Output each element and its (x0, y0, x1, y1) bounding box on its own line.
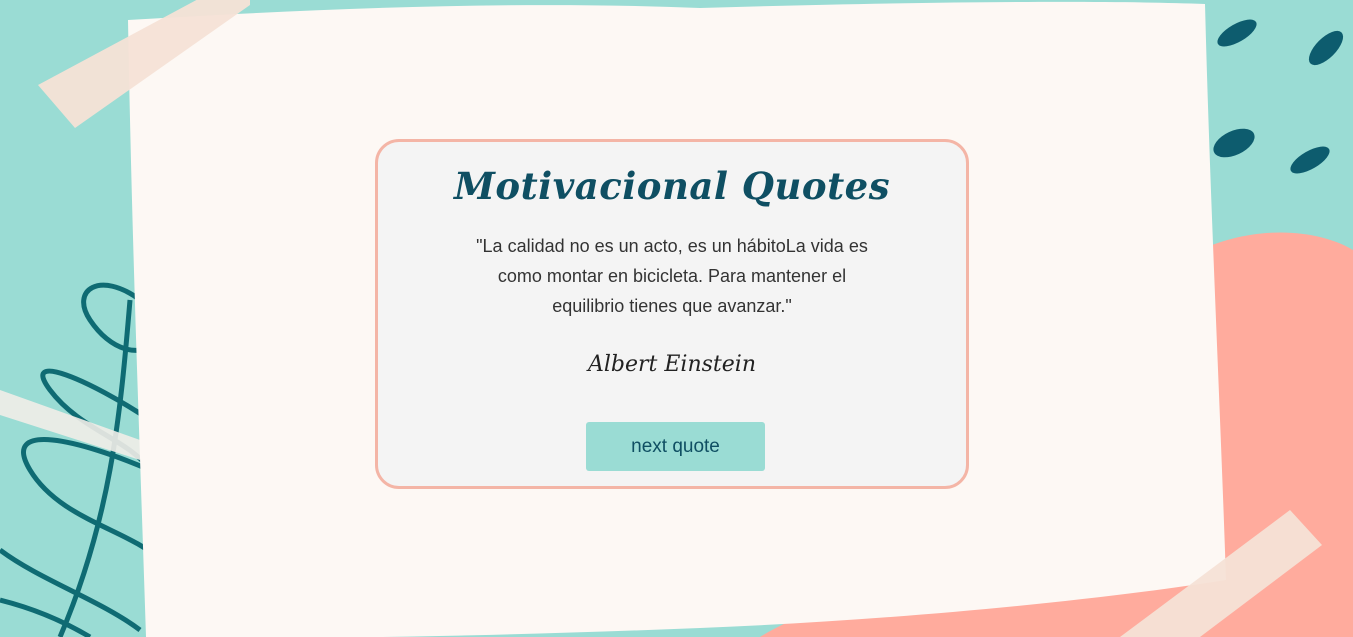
next-quote-button[interactable]: next quote (586, 422, 765, 471)
page-title: Motivacional Quotes (453, 164, 891, 208)
dot-shape (1290, 146, 1330, 174)
quote-text: "La calidad no es un acto, es un hábitoL… (476, 236, 868, 316)
quote-author: Albert Einstein (588, 352, 756, 377)
dot-shape (1217, 19, 1257, 47)
dot-shape (1308, 30, 1344, 66)
page-background: Motivacional Quotes "La calidad no es un… (0, 0, 1353, 637)
scribble-lines (0, 282, 162, 637)
dot-shape (1213, 128, 1255, 158)
quote-card: Motivacional Quotes "La calidad no es un… (375, 139, 969, 489)
